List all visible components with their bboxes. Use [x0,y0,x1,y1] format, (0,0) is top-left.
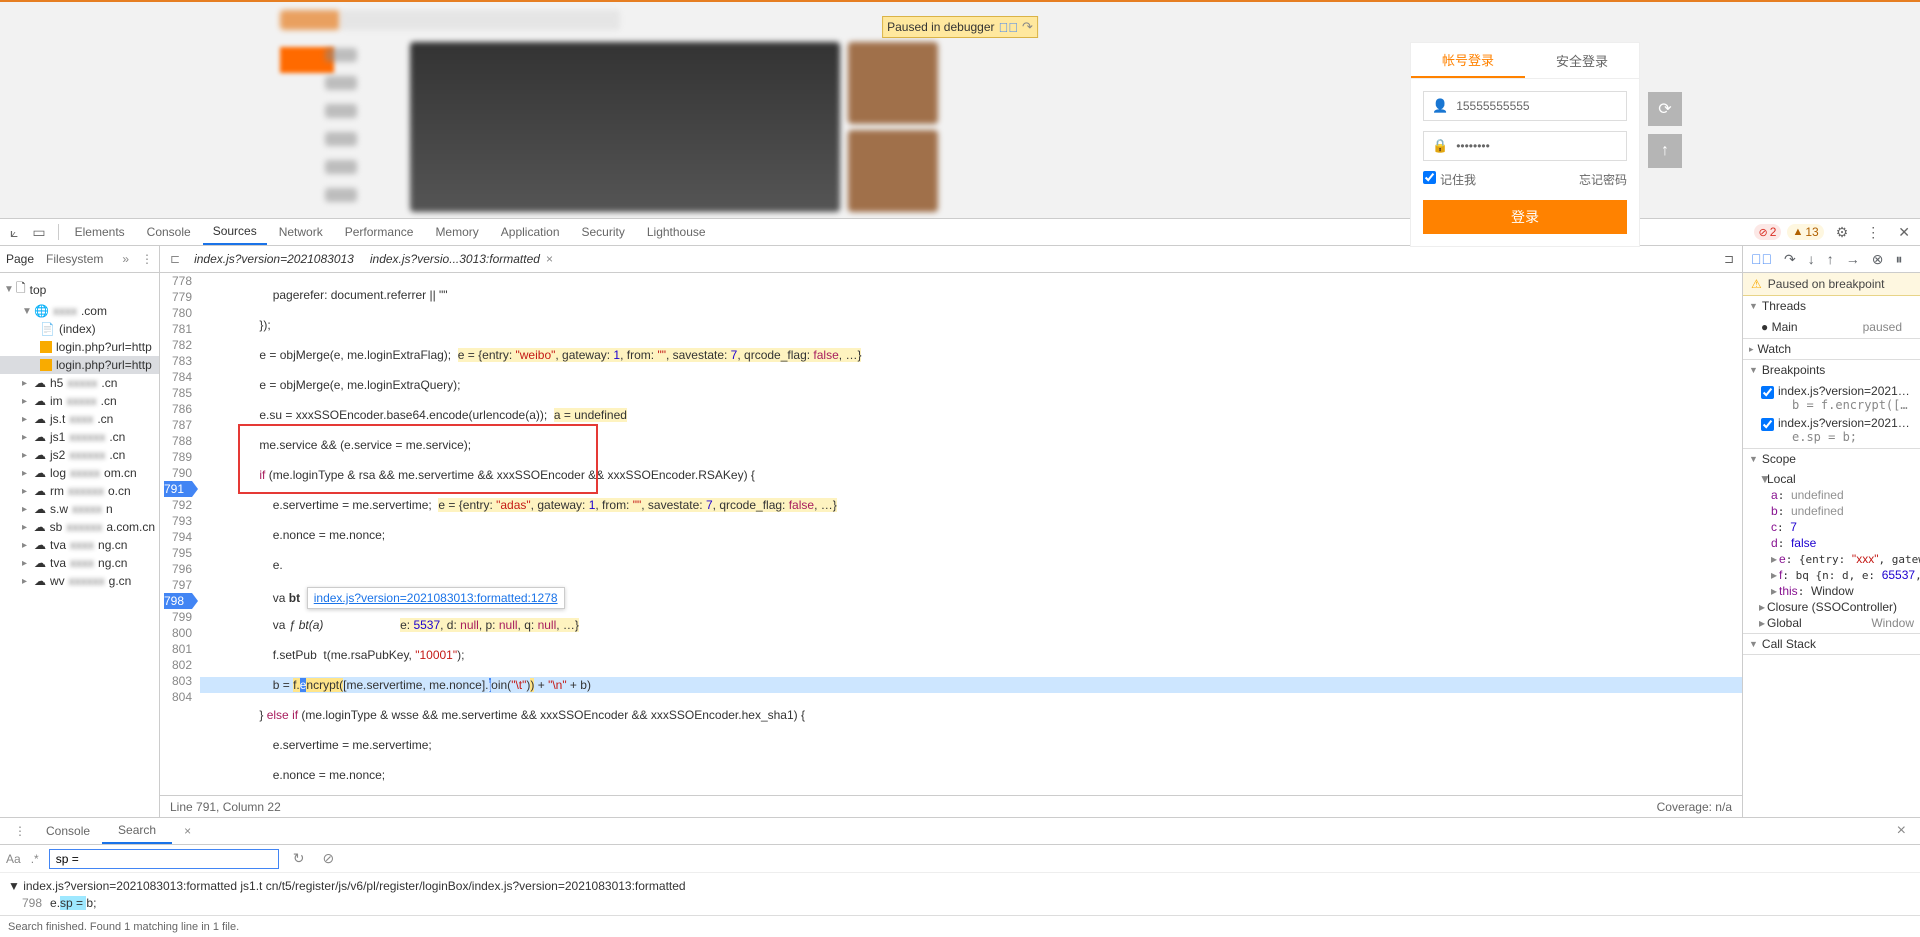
device-icon[interactable]: ▭ [26,220,51,245]
hero-image-blur [410,42,840,212]
threads-header[interactable]: ▼Threads [1743,296,1920,316]
settings-icon[interactable]: ⚙ [1830,220,1855,245]
file-tab-1[interactable]: index.js?version=2021083013 [186,247,362,271]
tab-performance[interactable]: Performance [335,220,424,244]
paused-in-debugger-badge: Paused in debugger ▶⃓ ↷ [882,16,1038,38]
username-input[interactable] [1456,99,1618,113]
file-tab-2[interactable]: index.js?versio...3013:formatted× [362,247,561,271]
cursor-position: Line 791, Column 22 [170,800,281,814]
tab-console[interactable]: Console [137,220,201,244]
tab-network[interactable]: Network [269,220,333,244]
sources-navigator: Page Filesystem » ⋮ ▼🗋 top ▼🌐 xxxx.com 📄… [0,246,160,817]
thread-main[interactable]: ● Mainpaused [1743,318,1920,336]
match-case-icon[interactable]: Aa [6,852,21,866]
error-count-badge[interactable]: ⊘ 2 [1754,224,1782,240]
coverage-status: Coverage: n/a [1657,800,1732,814]
paused-message: ⚠Paused on breakpoint [1743,273,1920,296]
line-gutter[interactable]: 7787797807817827837847857867877887897907… [160,273,200,795]
login-panel: 帐号登录 安全登录 👤 🔒 记住我 忘记密码 登录 [1410,42,1640,247]
password-field[interactable]: 🔒 [1423,131,1627,161]
callstack-header[interactable]: ▼Call Stack [1743,634,1920,654]
step-icon[interactable]: ↷ [1022,19,1033,35]
page-tab[interactable]: Page [6,252,34,266]
clear-search-icon[interactable]: ⊘ [318,848,338,869]
more-tabs-icon[interactable]: » [122,252,129,266]
debugger-toolbar: ▶⃓ ↷ ↓ ↑ → ⊗ ⏸ [1743,246,1920,273]
remember-me[interactable]: 记住我 [1423,171,1476,188]
close-drawer-icon[interactable]: × [1889,817,1914,845]
close-search-icon[interactable]: × [176,819,199,843]
step-into-button[interactable]: ↓ [1806,249,1817,269]
source-link-tooltip[interactable]: index.js?version=2021083013:formatted:12… [307,587,565,609]
refresh-side-button[interactable]: ⟳ [1648,92,1682,126]
search-status: Search finished. Found 1 matching line i… [0,915,1920,937]
code-editor[interactable]: 7787797807817827837847857867877887897907… [160,273,1742,795]
breakpoint-1[interactable]: index.js?version=20210830l…b = f.encrypt… [1743,382,1920,414]
site-logo [280,10,340,30]
tab-qr-login[interactable]: 安全登录 [1525,43,1639,78]
step-over-button[interactable]: ↷ [1782,249,1798,270]
file-tree[interactable]: ▼🗋 top ▼🌐 xxxx.com 📄 (index) login.php?u… [0,273,159,817]
tab-application[interactable]: Application [491,220,570,244]
search-results[interactable]: ▼ index.js?version=2021083013:formatted … [0,873,1920,915]
breakpoint-2[interactable]: index.js?version=20210830l…e.sp = b; [1743,414,1920,446]
search-result-line[interactable]: 798e.sp = b; [8,895,1912,911]
webpage-area: Paused in debugger ▶⃓ ↷ 帐号登录 安全登录 👤 🔒 记住… [0,0,1920,218]
password-input[interactable] [1456,139,1618,153]
tab-sources[interactable]: Sources [203,219,267,245]
drawer-menu-icon[interactable]: ⋮ [6,819,34,843]
source-editor: ⊏ index.js?version=2021083013 index.js?v… [160,246,1742,817]
step-out-button[interactable]: ↑ [1825,249,1836,269]
tab-account-login[interactable]: 帐号登录 [1411,43,1525,78]
breakpoints-header[interactable]: ▼Breakpoints [1743,360,1920,380]
tab-elements[interactable]: Elements [65,220,135,244]
search-bar: Aa .* ↻ ⊘ [0,845,1920,873]
top-side-button[interactable]: ↑ [1648,134,1682,168]
dock-right-icon[interactable]: ⊐ [1720,248,1738,270]
tab-security[interactable]: Security [572,220,635,244]
filesystem-tab[interactable]: Filesystem [46,252,103,266]
tab-memory[interactable]: Memory [425,220,488,244]
step-button[interactable]: → [1844,249,1862,269]
close-devtools-icon[interactable]: ✕ [1892,220,1916,245]
username-field[interactable]: 👤 [1423,91,1627,121]
lock-icon: 🔒 [1432,138,1448,154]
more-icon[interactable]: ⋮ [1860,220,1886,245]
scope-header[interactable]: ▼Scope [1743,449,1920,469]
warning-icon: ⚠ [1751,277,1762,291]
drawer-search-tab[interactable]: Search [102,818,172,844]
warning-count-badge[interactable]: ▲ 13 [1787,224,1823,240]
tab-lighthouse[interactable]: Lighthouse [637,220,716,244]
deactivate-bp-button[interactable]: ⊗ [1870,249,1886,270]
drawer-console-tab[interactable]: Console [38,819,98,843]
editor-status-bar: Line 791, Column 22 Coverage: n/a [160,795,1742,817]
search-result-file[interactable]: ▼ index.js?version=2021083013:formatted … [8,877,1912,895]
regex-icon[interactable]: .* [31,852,39,866]
inspect-icon[interactable]: ⟀ [4,220,24,245]
search-input[interactable] [49,849,279,869]
login-button[interactable]: 登录 [1423,200,1627,234]
pause-exceptions-button[interactable]: ⏸ [1893,249,1904,270]
user-icon: 👤 [1432,98,1448,114]
resume-button[interactable]: ▶⃓ [1749,249,1774,269]
devtools: ⟀ ▭ Elements Console Sources Network Per… [0,218,1920,937]
refresh-search-icon[interactable]: ↻ [289,848,309,869]
close-tab-icon[interactable]: × [546,252,553,266]
nav-more-icon[interactable]: ⋮ [141,252,153,266]
forgot-password-link[interactable]: 忘记密码 [1579,171,1627,188]
console-drawer: ⋮ Console Search× × Aa .* ↻ ⊘ ▼ index.js… [0,817,1920,937]
dock-left-icon[interactable]: ⊏ [164,248,186,270]
search-box-blur [340,10,620,30]
watch-header[interactable]: ▸Watch [1743,339,1920,359]
debugger-panel: ▶⃓ ↷ ↓ ↑ → ⊗ ⏸ ⚠Paused on breakpoint ▼Th… [1742,246,1920,817]
resume-icon[interactable]: ▶⃓ [999,20,1019,35]
